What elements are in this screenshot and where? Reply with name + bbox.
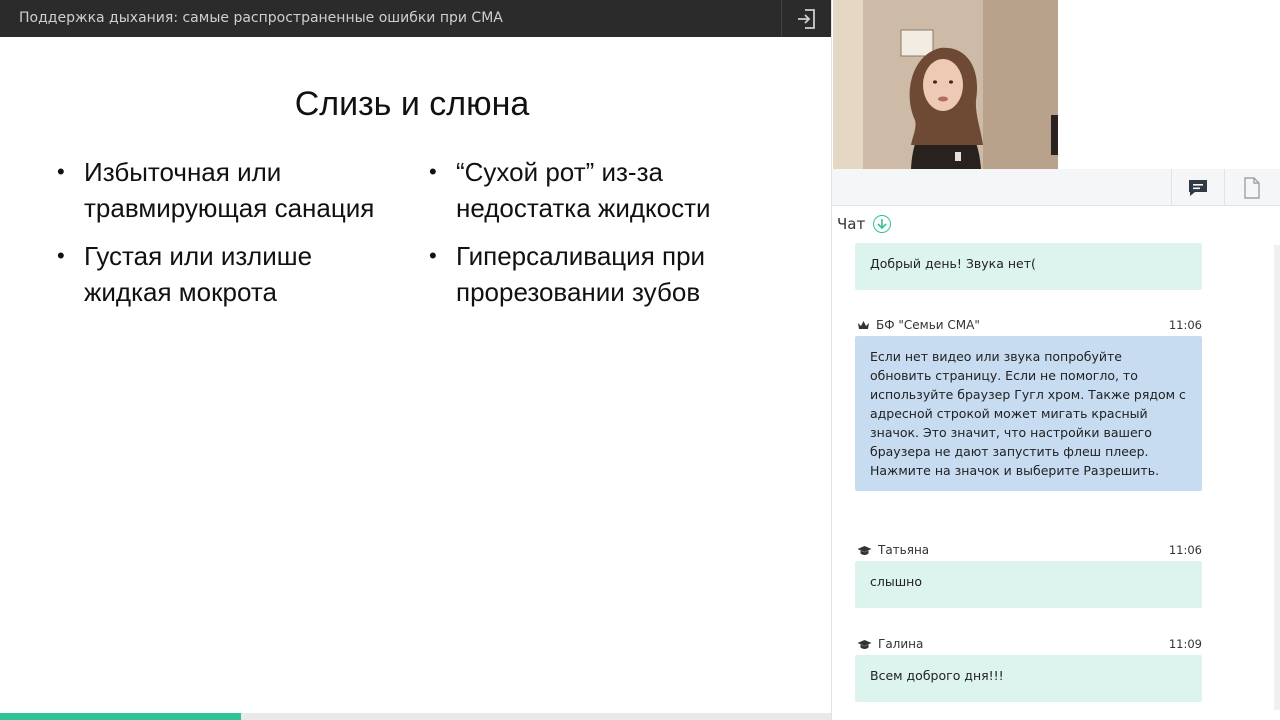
side-panel: Чат Добрый день! Звука нет( БФ "Семьи СМ… — [831, 0, 1280, 720]
top-bar: Поддержка дыхания: самые распространенны… — [0, 0, 831, 37]
chat-message: Галина 11:09 Всем доброго дня!!! — [855, 637, 1202, 702]
tab-files[interactable] — [1225, 169, 1279, 206]
chat-scrollbar[interactable] — [1274, 245, 1280, 710]
presentation-slide: Слизь и слюна Избыточная или травмирующа… — [0, 37, 831, 713]
scroll-down-button[interactable] — [873, 215, 892, 233]
message-bubble: слышно — [855, 561, 1202, 608]
slide-title: Слизь и слюна — [294, 85, 530, 123]
webinar-title: Поддержка дыхания: самые распространенны… — [19, 10, 503, 26]
chat-label: Чат — [837, 215, 866, 233]
message-meta: Татьяна 11:06 — [855, 543, 1202, 561]
slide-bullets-left: Избыточная или травмирующая санация Густ… — [57, 154, 387, 322]
graduation-cap-icon — [857, 639, 872, 649]
chat-header: Чат — [837, 215, 892, 233]
presenter-video-image — [833, 0, 1058, 169]
document-icon — [1244, 176, 1260, 199]
arrow-down-icon — [877, 219, 887, 230]
chat-icon — [1189, 179, 1207, 196]
chat-message: БФ "Семьи СМА" 11:06 Если нет видео или … — [855, 318, 1202, 491]
chat-message: Добрый день! Звука нет( — [855, 243, 1202, 290]
message-bubble: Если нет видео или звука попробуйте обно… — [855, 336, 1202, 491]
message-text: Добрый день! Звука нет( — [870, 256, 1036, 271]
message-meta: Галина 11:09 — [855, 637, 1202, 655]
chat-messages[interactable]: Добрый день! Звука нет( БФ "Семьи СМА" 1… — [855, 243, 1202, 713]
panel-tabs — [832, 169, 1280, 206]
message-time: 11:09 — [1168, 637, 1202, 651]
message-text: Всем доброго дня!!! — [870, 668, 1004, 683]
message-text: Если нет видео или звука попробуйте обно… — [870, 349, 1186, 478]
bullet-item: Густая или излише жидкая мокрота — [57, 238, 387, 310]
author-name: БФ "Семьи СМА" — [876, 318, 980, 332]
crown-icon — [858, 321, 869, 329]
message-author: Татьяна — [857, 543, 929, 557]
chat-message: Татьяна 11:06 слышно — [855, 543, 1202, 608]
message-time: 11:06 — [1168, 543, 1202, 557]
graduation-cap-icon — [857, 545, 872, 555]
message-bubble: Добрый день! Звука нет( — [855, 243, 1202, 290]
presentation-progress — [0, 713, 831, 720]
message-time: 11:06 — [1168, 318, 1202, 332]
author-name: Галина — [878, 637, 924, 651]
message-author: Галина — [857, 637, 923, 651]
exit-icon — [797, 8, 815, 29]
exit-button[interactable] — [781, 0, 831, 37]
message-author: БФ "Семьи СМА" — [857, 318, 980, 332]
tab-chat[interactable] — [1171, 169, 1225, 206]
bullet-item: “Сухой рот” из-за недостатка жидкости — [429, 154, 769, 226]
message-meta: БФ "Семьи СМА" 11:06 — [855, 318, 1202, 336]
presenter-video[interactable] — [833, 0, 1058, 169]
bullet-item: Гиперсаливация при прорезовании зубов — [429, 238, 769, 310]
author-name: Татьяна — [878, 543, 930, 557]
message-bubble: Всем доброго дня!!! — [855, 655, 1202, 702]
video-area-background — [1058, 0, 1280, 169]
message-text: слышно — [870, 574, 922, 589]
progress-fill — [0, 713, 241, 720]
bullet-item: Избыточная или травмирующая санация — [57, 154, 387, 226]
slide-bullets-right: “Сухой рот” из-за недостатка жидкости Ги… — [429, 154, 769, 322]
